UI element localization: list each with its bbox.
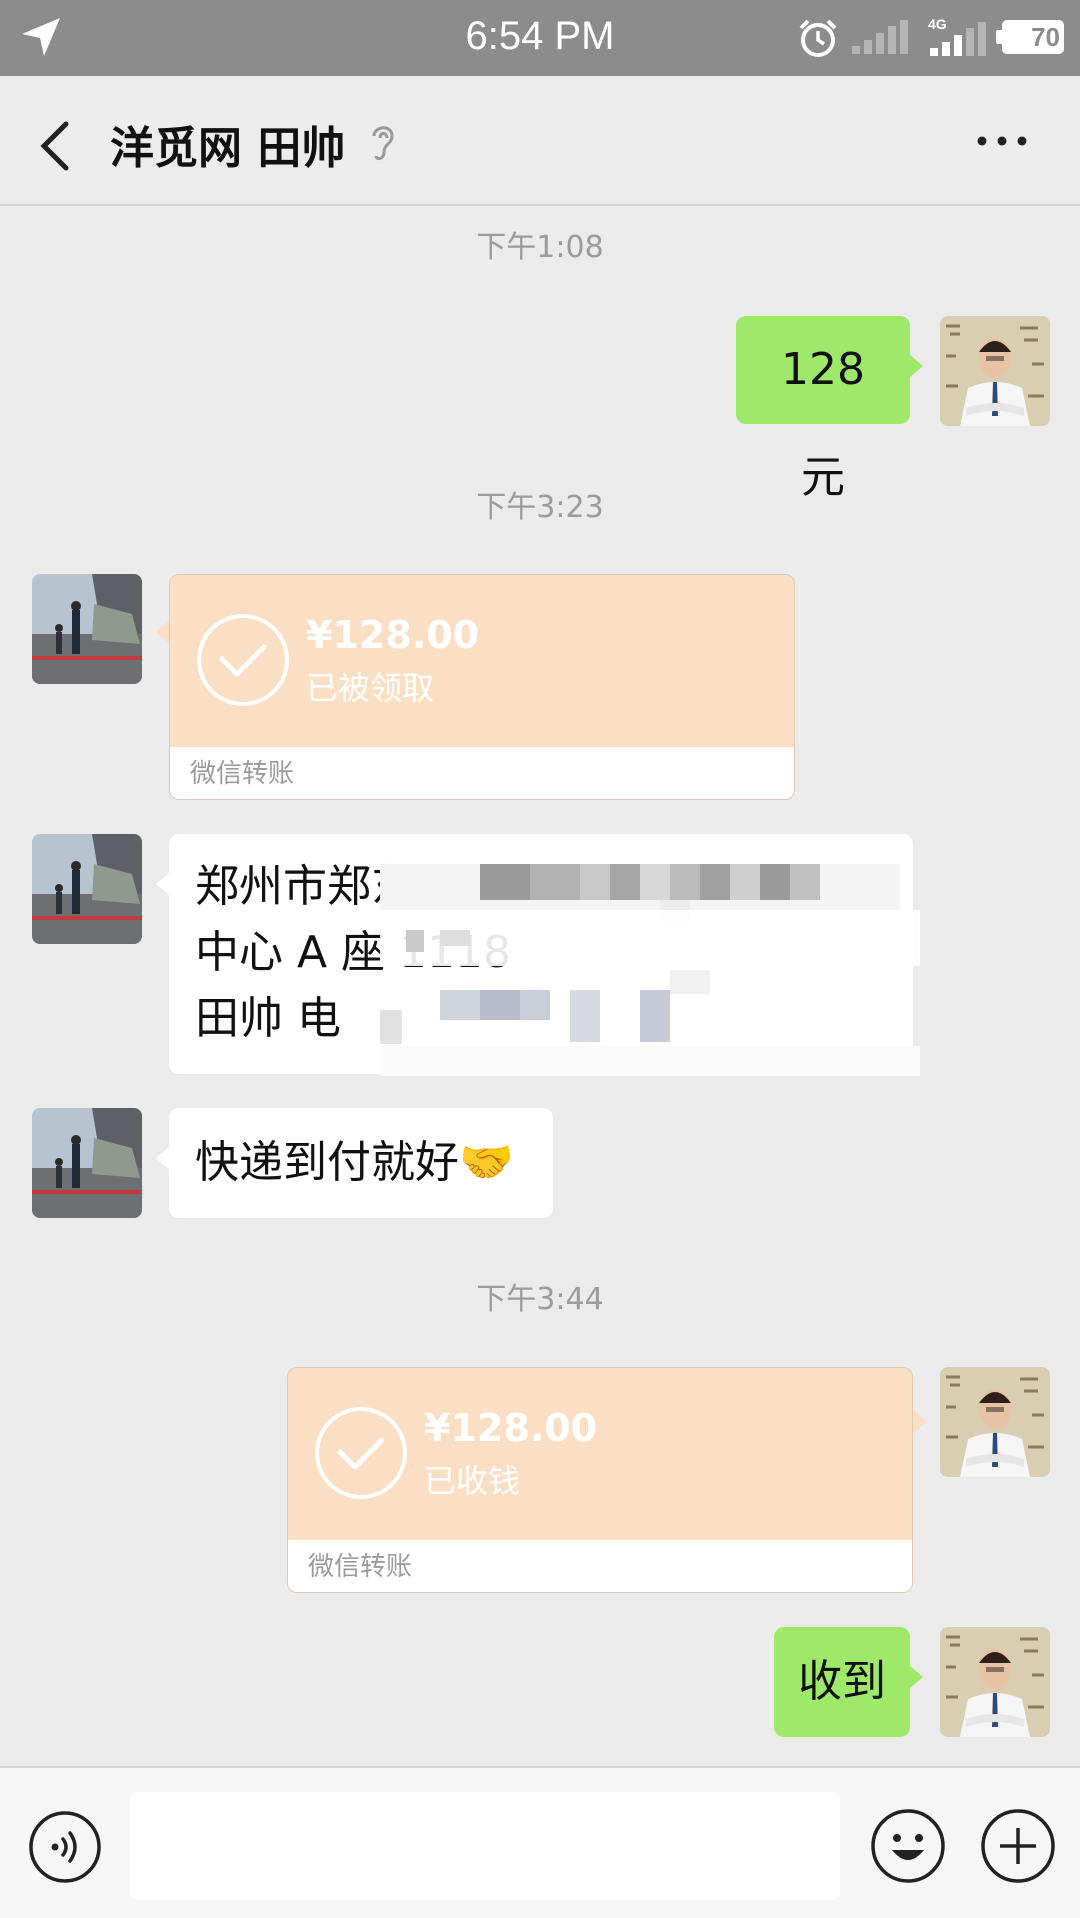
status-time: 6:54 PM — [465, 14, 615, 58]
check-circle-icon — [315, 1407, 407, 1499]
transfer-card-body: ¥128.00 已被领取 — [170, 575, 794, 747]
status-bar: 6:54 PM 4G 70 — [0, 0, 1080, 76]
transfer-amount: ¥128.00 — [424, 1406, 598, 1450]
my-avatar[interactable] — [940, 316, 1050, 426]
transfer-status: 已收钱 — [424, 1462, 521, 1500]
contact-avatar[interactable] — [32, 1108, 142, 1218]
transfer-footer: 微信转账 — [170, 747, 794, 799]
battery-indicator: 70 — [996, 20, 1064, 54]
timestamp: 下午3:44 — [476, 1282, 604, 1317]
bubble-tail — [913, 1410, 927, 1434]
sent-message-bubble[interactable]: 128 元 — [736, 316, 923, 503]
my-avatar[interactable] — [940, 1627, 1050, 1737]
emoji-icon[interactable] — [870, 1808, 946, 1884]
transfer-footer: 微信转账 — [288, 1540, 912, 1592]
check-circle-icon — [197, 614, 289, 706]
message-input-bar — [0, 1766, 1080, 1918]
my-avatar[interactable] — [940, 1367, 1050, 1477]
message-input[interactable] — [130, 1792, 840, 1900]
signal-sim1-icon — [852, 20, 908, 54]
sent-message-bubble[interactable]: 收到 — [774, 1627, 923, 1737]
transfer-card[interactable]: ¥128.00 已被领取 微信转账 — [169, 574, 795, 800]
received-message-bubble[interactable]: 快递到付就好🤝 — [156, 1108, 553, 1218]
more-options-icon[interactable] — [972, 126, 1032, 156]
timestamp: 下午1:08 — [476, 230, 604, 265]
transfer-status: 已被领取 — [306, 669, 435, 707]
transfer-card[interactable]: ¥128.00 已收钱 微信转账 — [287, 1367, 913, 1593]
voice-input-icon[interactable] — [28, 1810, 102, 1884]
transfer-card-body: ¥128.00 已收钱 — [288, 1368, 912, 1540]
bubble-tail — [156, 620, 170, 644]
back-arrow-icon[interactable] — [30, 116, 80, 176]
chat-header: 洋觅网 田帅 — [0, 76, 1080, 206]
earpiece-mode-icon — [372, 126, 394, 161]
redaction-mosaic — [340, 850, 940, 1080]
timestamp: 下午3:23 — [476, 490, 604, 525]
network-type-label: 4G — [928, 16, 947, 32]
alarm-clock-icon — [799, 19, 837, 57]
contact-avatar[interactable] — [32, 574, 142, 684]
plus-icon[interactable] — [980, 1808, 1056, 1884]
transfer-amount: ¥128.00 — [306, 613, 480, 657]
chat-title: 洋觅网 田帅 — [110, 123, 346, 174]
contact-avatar[interactable] — [32, 834, 142, 944]
